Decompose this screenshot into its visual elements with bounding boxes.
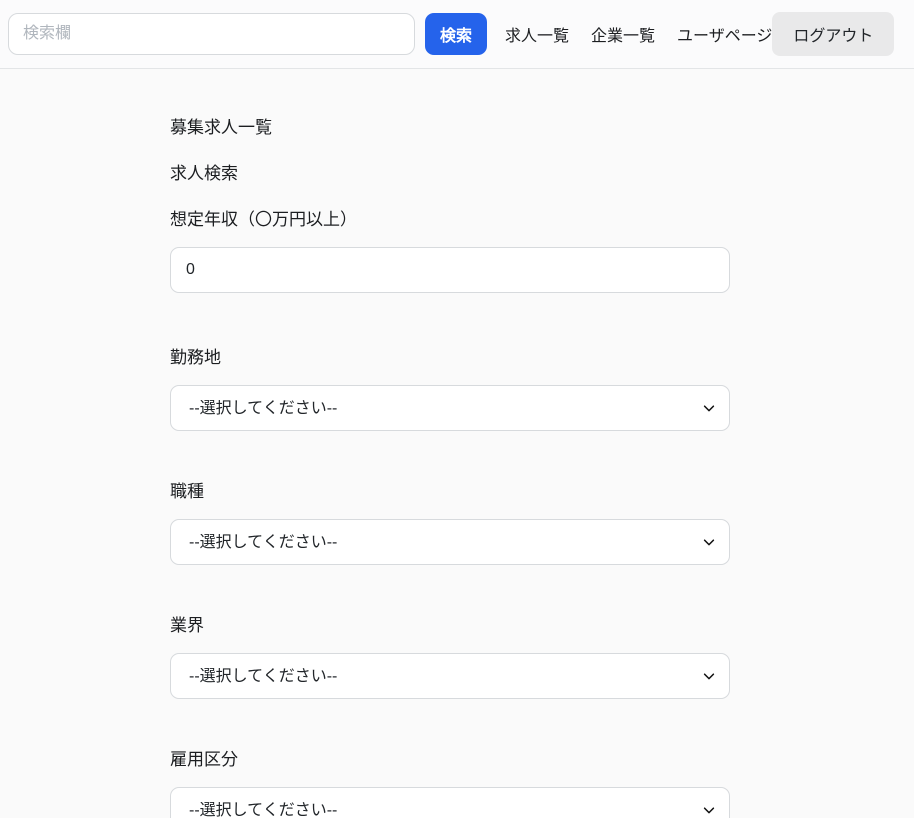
industry-select-wrap: --選択してください-- <box>170 653 730 699</box>
occupation-field-group: 職種 --選択してください-- <box>170 477 730 565</box>
salary-field-group: 想定年収（〇万円以上） <box>170 205 730 293</box>
occupation-select[interactable]: --選択してください-- <box>170 519 730 565</box>
section-title-job-search: 求人検索 <box>170 164 238 183</box>
salary-label: 想定年収（〇万円以上） <box>170 210 357 229</box>
top-navigation-bar: 検索 求人一覧 企業一覧 ユーザページ ログアウト <box>0 0 914 69</box>
main-nav: 求人一覧 企業一覧 ユーザページ <box>505 22 772 46</box>
salary-input[interactable] <box>170 247 730 293</box>
search-input[interactable] <box>8 13 415 55</box>
industry-field-group: 業界 --選択してください-- <box>170 611 730 699</box>
nav-link-company-list[interactable]: 企業一覧 <box>591 22 655 46</box>
nav-link-user-page[interactable]: ユーザページ <box>677 22 772 46</box>
location-label: 勤務地 <box>170 348 221 367</box>
nav-link-job-list[interactable]: 求人一覧 <box>505 22 569 46</box>
search-button[interactable]: 検索 <box>425 13 487 55</box>
industry-select[interactable]: --選択してください-- <box>170 653 730 699</box>
employment-type-select[interactable]: --選択してください-- <box>170 787 730 818</box>
logout-button[interactable]: ログアウト <box>772 12 895 56</box>
page-title: 募集求人一覧 <box>170 118 272 137</box>
location-select[interactable]: --選択してください-- <box>170 385 730 431</box>
job-search-page: 募集求人一覧 求人検索 想定年収（〇万円以上） 勤務地 --選択してください--… <box>0 69 914 818</box>
location-select-wrap: --選択してください-- <box>170 385 730 431</box>
employment-type-select-wrap: --選択してください-- <box>170 787 730 818</box>
employment-type-field-group: 雇用区分 --選択してください-- <box>170 745 730 818</box>
employment-type-label: 雇用区分 <box>170 750 238 769</box>
industry-label: 業界 <box>170 616 204 635</box>
location-field-group: 勤務地 --選択してください-- <box>170 343 730 431</box>
occupation-label: 職種 <box>170 482 204 501</box>
occupation-select-wrap: --選択してください-- <box>170 519 730 565</box>
